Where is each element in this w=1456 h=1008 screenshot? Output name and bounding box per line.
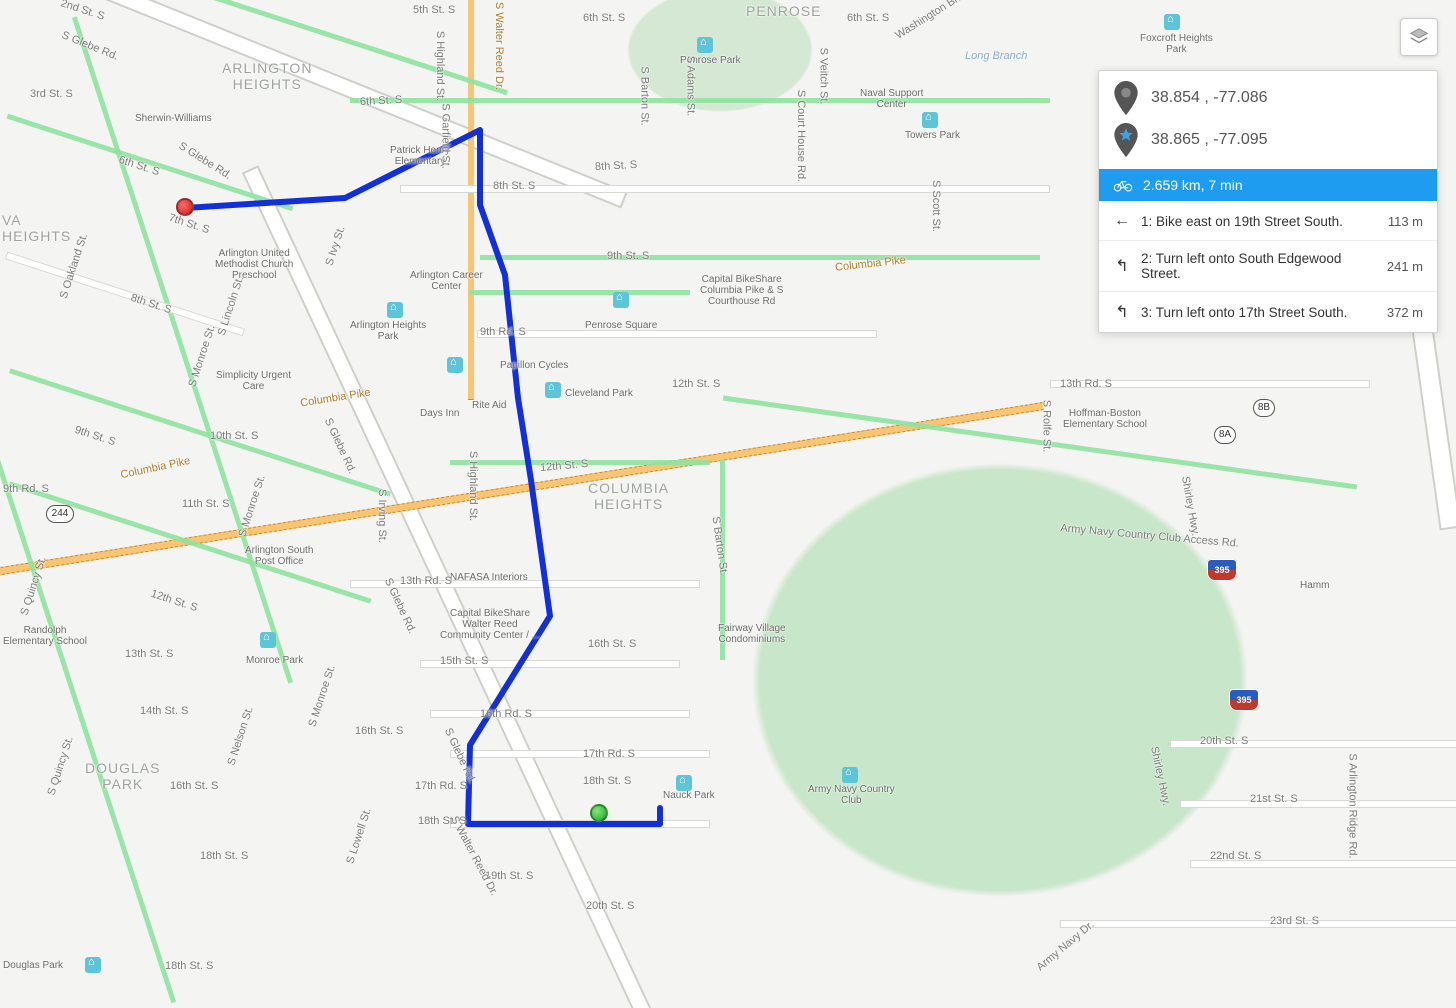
road-16th-rd: [430, 710, 690, 718]
step-distance: 241 m: [1387, 259, 1423, 274]
direction-step[interactable]: ← 1: Bike east on 19th Street South. 113…: [1099, 201, 1437, 240]
step-distance: 372 m: [1387, 305, 1423, 320]
poi-icon-douglas-park: [85, 957, 101, 973]
waypoint-start-row[interactable]: 38.854 , -77.086: [1099, 71, 1437, 121]
shield-8a: 8A: [1214, 426, 1236, 444]
poi-icon-cleveland: [545, 382, 561, 398]
layers-button[interactable]: [1400, 18, 1438, 56]
step-text: 2: Turn left onto South Edgewood Street.: [1141, 251, 1377, 281]
poi-icon-arlington-heights-park: [387, 302, 403, 318]
map-viewport[interactable]: 244 395 395 8B 8A ARLINGTON HEIGHTS PENR…: [0, 0, 1456, 1008]
road-21st-e: [1180, 800, 1456, 808]
road-23rd-e: [1060, 920, 1456, 928]
layers-icon: [1408, 26, 1430, 48]
poi-icon-monroe: [260, 632, 276, 648]
road-15th: [420, 660, 680, 668]
directions-panel: 38.854 , -77.086 38.865 , -77.095 2.659 …: [1098, 70, 1438, 333]
road-walter-reed-n: [468, 0, 474, 400]
route-end-marker[interactable]: [176, 198, 194, 216]
directions-step-list: ← 1: Bike east on 19th Street South. 113…: [1099, 201, 1437, 332]
poi-icon-papillon: [447, 357, 463, 373]
step-distance: 113 m: [1388, 214, 1423, 229]
poi-icon-nauck: [676, 775, 692, 791]
shield-8b: 8B: [1253, 399, 1275, 417]
bikepath-4: [480, 255, 1040, 260]
road-22nd-e: [1190, 860, 1456, 868]
waypoint-start-text: 38.854 , -77.086: [1151, 89, 1268, 107]
step-text: 3: Turn left onto 17th Street South.: [1141, 305, 1377, 320]
map-pin-star-icon: [1113, 123, 1139, 157]
road-8th: [400, 185, 1050, 193]
bikepath-3: [350, 98, 1050, 103]
shield-i395-b: 395: [1229, 689, 1259, 711]
road-9th-rd: [477, 330, 877, 338]
direction-step[interactable]: ↰ 3: Turn left onto 17th Street South. 3…: [1099, 291, 1437, 332]
bikepath-12: [720, 460, 725, 660]
poi-icon-foxcroft: [1164, 14, 1180, 30]
arrow-left-icon: ↰: [1113, 302, 1131, 322]
road-20th-e: [1170, 740, 1456, 748]
poi-icon-penrose-park: [697, 37, 713, 53]
road-13th-rd-e: [1050, 380, 1370, 388]
poi-icon-armynavy: [842, 767, 858, 783]
arrow-east-icon: ←: [1113, 212, 1131, 230]
bicycle-icon: [1113, 178, 1133, 192]
bikepath-10: [450, 460, 710, 465]
poi-icon-penrose-sq: [613, 292, 629, 308]
route-summary-bar[interactable]: 2.659 km, 7 min: [1099, 169, 1437, 201]
route-start-marker[interactable]: [590, 804, 608, 822]
road-17th-rd: [450, 750, 710, 758]
route-summary-text: 2.659 km, 7 min: [1143, 177, 1243, 193]
road-13th: [350, 580, 700, 588]
road-18th: [450, 820, 710, 828]
map-pin-icon: [1113, 81, 1139, 115]
step-text: 1: Bike east on 19th Street South.: [1141, 214, 1378, 229]
bikepath-9: [470, 290, 690, 295]
shield-244: 244: [46, 505, 74, 523]
direction-step[interactable]: ↰ 2: Turn left onto South Edgewood Stree…: [1099, 240, 1437, 291]
shield-i395-a: 395: [1207, 559, 1237, 581]
waypoint-end-row[interactable]: 38.865 , -77.095: [1099, 121, 1437, 169]
waypoint-end-text: 38.865 , -77.095: [1151, 131, 1268, 149]
poi-icon-towers-park: [922, 112, 938, 128]
arrow-left-icon: ↰: [1113, 256, 1131, 276]
